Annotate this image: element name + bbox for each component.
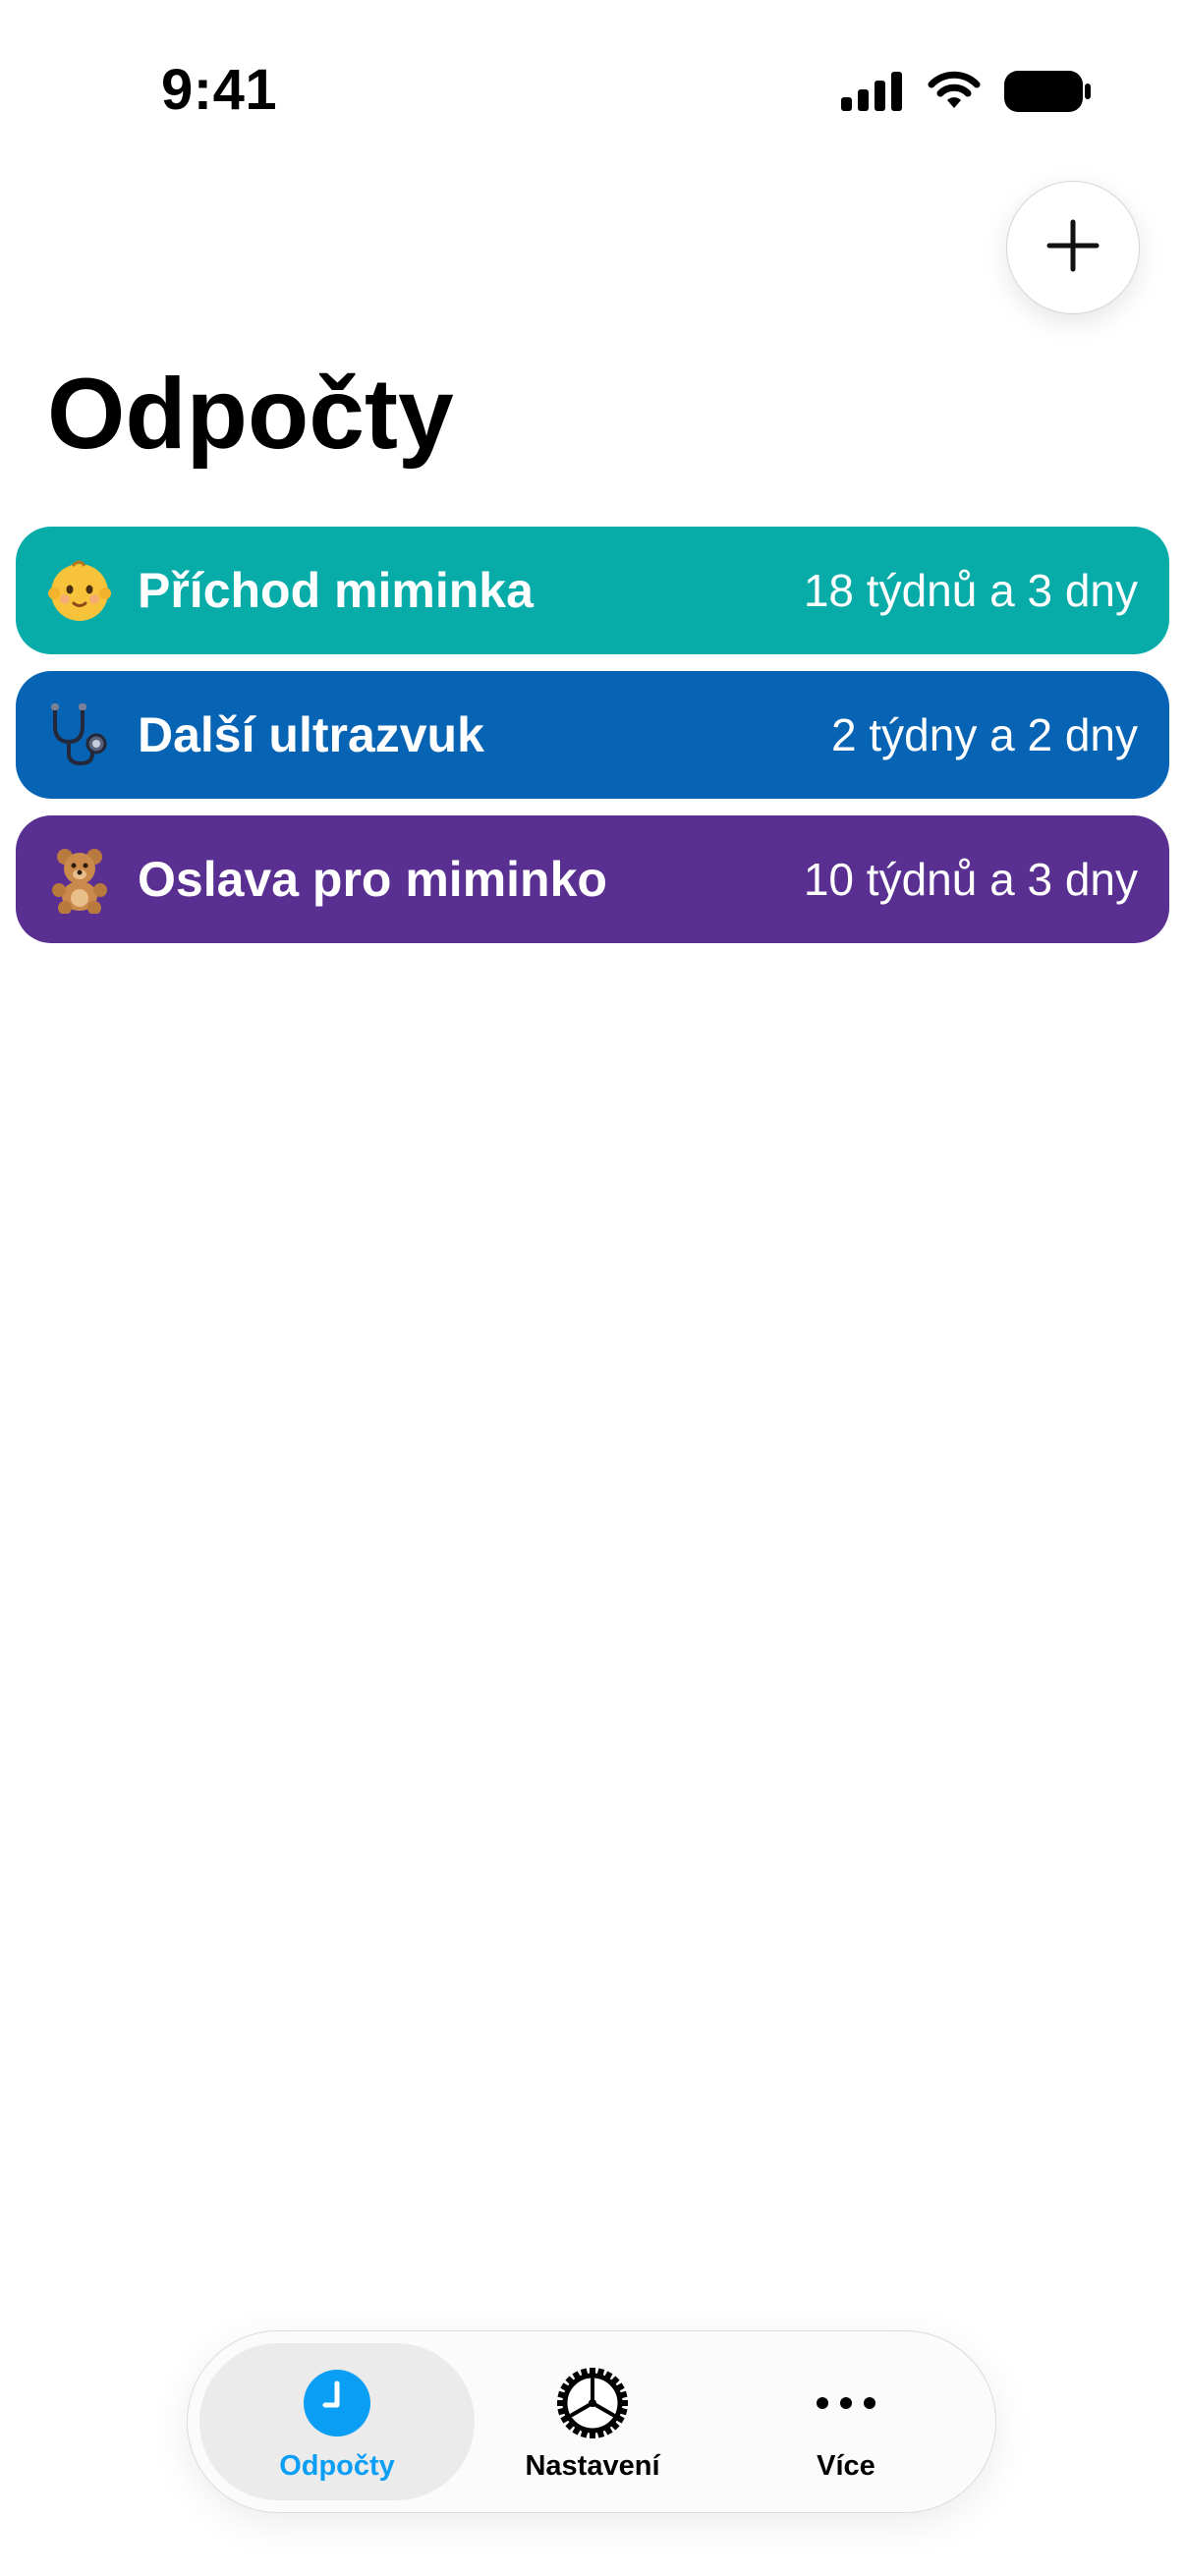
clock-icon [298, 2364, 376, 2442]
status-bar: 9:41 [0, 0, 1185, 187]
countdown-title: Oslava pro miminko [138, 852, 607, 907]
more-icon [807, 2364, 885, 2442]
screen: 9:41 Odpočty Příchod miminka 18 týdnů a … [0, 0, 1185, 2576]
tab-settings[interactable]: Nastavení [465, 2331, 720, 2514]
status-time: 9:41 [161, 58, 278, 122]
tab-label: Nastavení [525, 2449, 660, 2482]
countdown-list: Příchod miminka 18 týdnů a 3 dny Další u… [16, 527, 1169, 960]
countdown-row[interactable]: Příchod miminka 18 týdnů a 3 dny [16, 527, 1169, 654]
wifi-icon [926, 71, 983, 117]
countdown-row[interactable]: Další ultrazvuk 2 týdny a 2 dny [16, 671, 1169, 799]
plus-icon [1044, 216, 1102, 280]
tab-label: Více [817, 2449, 875, 2482]
add-countdown-button[interactable] [1006, 181, 1140, 314]
tab-countdowns[interactable]: Odpočty [209, 2331, 465, 2514]
battery-icon [1004, 71, 1091, 117]
baby-icon [43, 554, 116, 627]
countdown-remaining: 10 týdnů a 3 dny [803, 854, 1138, 905]
stethoscope-icon [43, 699, 116, 771]
page-title: Odpočty [47, 358, 454, 470]
status-icons [841, 71, 1091, 117]
cellular-signal-icon [841, 72, 904, 116]
countdown-remaining: 2 týdny a 2 dny [831, 709, 1138, 760]
tab-label: Odpočty [279, 2449, 395, 2482]
countdown-title: Příchod miminka [138, 563, 534, 618]
teddy-bear-icon [43, 843, 116, 916]
countdown-remaining: 18 týdnů a 3 dny [803, 565, 1138, 616]
tab-bar: Odpočty Nastavení Více [187, 2330, 996, 2513]
gear-icon [553, 2364, 632, 2442]
tab-more[interactable]: Více [718, 2331, 974, 2514]
countdown-title: Další ultrazvuk [138, 707, 484, 762]
countdown-row[interactable]: Oslava pro miminko 10 týdnů a 3 dny [16, 815, 1169, 943]
